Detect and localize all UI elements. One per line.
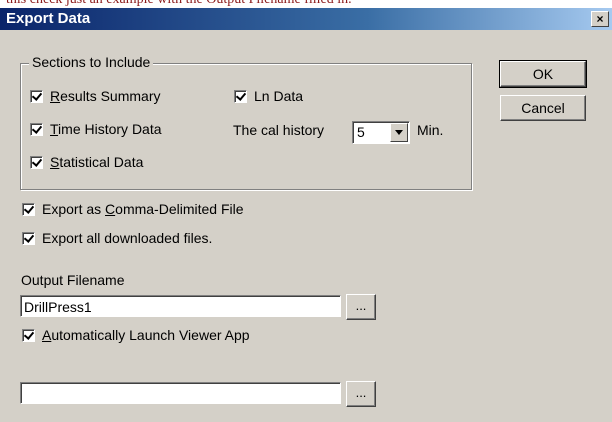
statistical-data-label: Statistical Data — [50, 154, 144, 170]
viewer-app-input[interactable] — [20, 382, 341, 404]
page-caption-strip: this check just an example with the Outp… — [0, 0, 612, 8]
output-browse-button[interactable]: ... — [346, 294, 376, 320]
chevron-down-icon[interactable] — [390, 123, 408, 142]
close-icon: × — [596, 12, 604, 26]
cal-history-unit: Min. — [417, 122, 444, 138]
results-summary-checkbox[interactable]: Results Summary — [30, 88, 160, 104]
page-caption: this check just an example with the Outp… — [6, 0, 352, 8]
ok-button[interactable]: OK — [499, 60, 587, 88]
title-bar[interactable]: Export Data × — [0, 8, 612, 30]
export-all-label: Export all downloaded files. — [42, 230, 213, 246]
ln-data-checkbox[interactable]: Ln Data — [234, 88, 303, 104]
checkbox-checked-icon — [234, 89, 247, 103]
export-csv-checkbox[interactable]: Export as Comma-Delimited File — [22, 201, 244, 217]
cal-history-select[interactable]: 5 — [352, 121, 410, 144]
export-data-dialog: Export Data × Sections to Include Result… — [0, 8, 612, 422]
launch-viewer-checkbox[interactable]: Automatically Launch Viewer App — [22, 327, 250, 343]
checkbox-checked-icon — [30, 122, 43, 136]
viewer-browse-button[interactable]: ... — [346, 381, 376, 407]
checkbox-checked-icon — [22, 231, 35, 245]
time-history-checkbox[interactable]: Time History Data — [30, 121, 162, 137]
cancel-button[interactable]: Cancel — [500, 95, 586, 121]
sections-legend: Sections to Include — [29, 54, 154, 70]
export-csv-label: Export as Comma-Delimited File — [42, 201, 244, 217]
output-filename-label: Output Filename — [21, 272, 125, 288]
dialog-title: Export Data — [6, 10, 91, 27]
export-all-checkbox[interactable]: Export all downloaded files. — [22, 230, 212, 246]
cal-history-value: 5 — [357, 124, 365, 140]
close-button[interactable]: × — [591, 11, 609, 27]
ln-data-label: Ln Data — [254, 88, 304, 104]
time-history-label: Time History Data — [50, 121, 162, 137]
results-summary-label: Results Summary — [50, 88, 161, 104]
checkbox-checked-icon — [30, 89, 43, 103]
checkbox-checked-icon — [22, 328, 35, 342]
statistical-data-checkbox[interactable]: Statistical Data — [30, 154, 143, 170]
output-filename-input[interactable]: DrillPress1 — [20, 295, 341, 317]
cal-history-label: The cal history — [233, 122, 325, 138]
launch-viewer-label: Automatically Launch Viewer App — [42, 327, 250, 343]
checkbox-checked-icon — [30, 155, 43, 169]
checkbox-checked-icon — [22, 202, 35, 216]
